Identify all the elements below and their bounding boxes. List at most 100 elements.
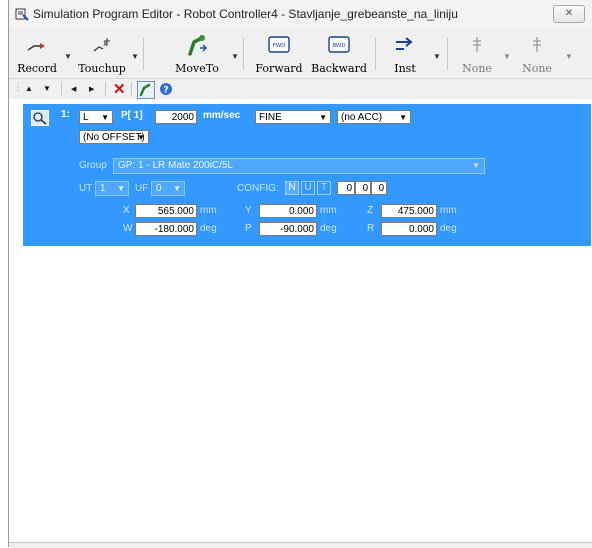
p-label: P — [245, 223, 252, 234]
line-number: 1: — [61, 109, 70, 120]
speed-unit: mm/sec — [203, 110, 241, 121]
group-select[interactable]: GP: 1 - LR Mate 200iC/5L ▼ — [113, 158, 485, 174]
touchup-button[interactable]: x Touchup — [73, 32, 131, 76]
grip-icon: ⋮ — [13, 82, 23, 93]
none-dropdown-icon-2[interactable]: ▼ — [565, 52, 573, 62]
none-button-2[interactable]: None — [517, 32, 557, 76]
offset-select[interactable]: (No OFFSET) ▼ — [79, 130, 149, 144]
window-title: Simulation Program Editor - Robot Contro… — [33, 7, 458, 21]
config-flag-t[interactable]: T — [317, 181, 331, 195]
toolbar-separator — [447, 38, 448, 70]
w-input[interactable]: -180.000 — [135, 222, 197, 236]
p-unit: deg — [320, 223, 337, 234]
secondary-toolbar: ⋮ ▲ ▼ ◀ ▶ ✕ ? — [9, 79, 592, 99]
motion-type-select[interactable]: L ▼ — [79, 110, 113, 124]
group-label: Group — [79, 160, 107, 171]
record-button[interactable]: Record — [11, 32, 63, 76]
none-button-1[interactable]: None — [457, 32, 497, 76]
svg-text:BWD: BWD — [332, 43, 345, 49]
y-label: Y — [245, 205, 252, 216]
instruction-panel[interactable]: 1: L ▼ P[ 1] 2000 mm/sec FINE ▼ (no ACC) ▼ … — [23, 104, 591, 246]
chevron-down-icon: ▼ — [137, 133, 145, 142]
position-register[interactable]: P[ 1] — [121, 109, 143, 123]
moveto-label: MoveTo — [175, 62, 219, 75]
forward-button[interactable]: FWD Forward — [253, 32, 305, 76]
svg-text:FWD: FWD — [273, 43, 286, 49]
uf-select[interactable]: 0 ▼ — [151, 181, 185, 196]
disabled-tool-icon — [473, 37, 481, 52]
p-input[interactable]: -90.000 — [259, 222, 317, 236]
acc-select[interactable]: (no ACC) ▼ — [337, 110, 411, 124]
inst-label: Inst — [394, 62, 416, 75]
y-input[interactable]: 0.000 — [259, 204, 317, 218]
r-unit: deg — [440, 223, 457, 234]
bottom-border — [9, 542, 592, 548]
z-unit: mm — [440, 205, 457, 216]
x-input[interactable]: 565.000 — [135, 204, 197, 218]
next-icon[interactable]: ▶ — [89, 85, 94, 93]
y-unit: mm — [320, 205, 337, 216]
chevron-down-icon: ▼ — [117, 184, 125, 193]
r-label: R — [367, 223, 375, 234]
none-label-1: None — [462, 62, 492, 75]
chevron-down-icon: ▼ — [319, 113, 327, 122]
move-up-icon[interactable]: ▲ — [25, 84, 33, 93]
termination-select[interactable]: FINE ▼ — [255, 110, 331, 124]
position-view-icon[interactable] — [31, 110, 49, 126]
program-editor-window: Simulation Program Editor - Robot Contro… — [8, 0, 592, 548]
ut-select[interactable]: 1 ▼ — [95, 181, 129, 196]
z-label: Z — [367, 205, 374, 216]
forward-icon: FWD — [268, 36, 290, 53]
close-button[interactable]: ✕ — [553, 5, 585, 23]
none-dropdown-icon-1[interactable]: ▼ — [503, 52, 511, 62]
r-input[interactable]: 0.000 — [381, 222, 437, 236]
inst-button[interactable]: Inst — [385, 32, 425, 76]
record-icon — [27, 43, 45, 51]
config-flag-u[interactable]: U — [301, 181, 315, 195]
config-turn-3[interactable]: 0 — [371, 181, 387, 195]
backward-button[interactable]: BWD Backward — [309, 32, 369, 76]
uf-label: UF — [135, 183, 149, 194]
w-label: W — [123, 223, 133, 234]
forward-label: Forward — [255, 62, 303, 75]
chevron-down-icon: ▼ — [472, 161, 480, 170]
svg-text:?: ? — [163, 86, 168, 96]
config-turn-1[interactable]: 0 — [337, 181, 355, 195]
z-input[interactable]: 475.000 — [381, 204, 437, 218]
record-label: Record — [17, 62, 57, 75]
touchup-icon: x — [93, 38, 110, 52]
title-bar: Simulation Program Editor - Robot Contro… — [9, 0, 592, 28]
editor-app-icon — [15, 8, 29, 21]
toolbar-separator — [61, 82, 62, 96]
touchup-label: Touchup — [78, 62, 126, 75]
backward-icon: BWD — [328, 36, 350, 53]
chevron-down-icon: ▼ — [173, 184, 181, 193]
inst-dropdown-icon[interactable]: ▼ — [433, 52, 441, 62]
moveto-small-icon[interactable] — [137, 81, 155, 99]
toolbar-separator — [131, 82, 132, 96]
delete-icon[interactable]: ✕ — [113, 80, 126, 98]
moveto-icon — [188, 35, 208, 56]
x-label: X — [123, 205, 130, 216]
main-toolbar: Record ▼ x Touchup ▼ MoveTo ▼ FWD Forwar… — [9, 28, 592, 79]
toolbar-separator — [375, 38, 376, 70]
prev-icon[interactable]: ◀ — [71, 85, 76, 93]
toolbar-separator — [143, 38, 144, 70]
help-icon[interactable]: ? — [159, 82, 173, 96]
toolbar-separator — [243, 38, 244, 70]
config-flag-n[interactable]: N — [285, 181, 299, 195]
config-label: CONFIG: — [237, 183, 279, 194]
x-unit: mm — [200, 205, 217, 216]
ut-label: UT — [79, 183, 93, 194]
disabled-tool-icon — [533, 37, 541, 52]
toolbar-separator — [105, 82, 106, 96]
config-turn-2[interactable]: 0 — [355, 181, 371, 195]
move-down-icon[interactable]: ▼ — [43, 84, 51, 93]
record-dropdown-icon[interactable]: ▼ — [64, 52, 72, 62]
moveto-dropdown-icon[interactable]: ▼ — [231, 52, 239, 62]
moveto-button[interactable]: MoveTo — [169, 32, 225, 76]
none-label-2: None — [522, 62, 552, 75]
touchup-dropdown-icon[interactable]: ▼ — [131, 52, 139, 62]
chevron-down-icon: ▼ — [101, 113, 109, 122]
speed-input[interactable]: 2000 — [155, 110, 197, 124]
